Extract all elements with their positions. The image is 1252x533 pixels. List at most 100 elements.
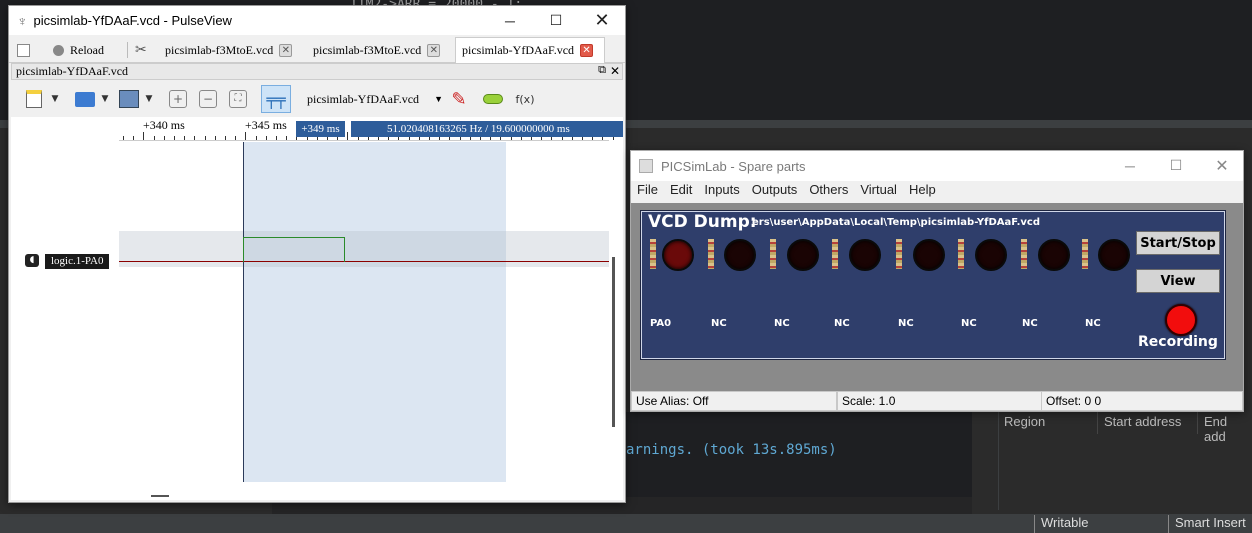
minimize-button[interactable]: ─: [487, 6, 533, 35]
close-tab-icon[interactable]: ✕: [580, 44, 594, 57]
close-tab-icon[interactable]: ✕: [427, 43, 441, 57]
ruler-label: +345 ms: [245, 118, 287, 132]
vcd-dump-title: VCD Dump:: [648, 212, 757, 232]
zoom-out-button[interactable]: −: [197, 85, 219, 113]
tab-session-2[interactable]: picsimlab-f3MtoE.vcd ✕: [307, 37, 451, 63]
menu-bar: File Edit Inputs Outputs Others Virtual …: [631, 181, 1243, 203]
reload-button[interactable]: Reload: [47, 37, 110, 63]
save-button[interactable]: [117, 85, 141, 113]
menu-outputs[interactable]: Outputs: [746, 181, 804, 203]
horizontal-scrollbar[interactable]: [151, 495, 169, 497]
maximize-button[interactable]: ☐: [533, 6, 579, 35]
ruler-tick: [286, 136, 288, 140]
trace-view[interactable]: +340 ms +345 ms ◖ logic.1-PA0 +349 ms 51.…: [11, 117, 623, 500]
measurement-flag[interactable]: 51.020408163265 Hz / 19.600000000 ms: [351, 121, 623, 137]
session-tab-bar: Reload ✂ picsimlab-f3MtoE.vcd ✕ picsimla…: [9, 35, 625, 63]
menu-others[interactable]: Others: [803, 181, 854, 203]
menu-edit[interactable]: Edit: [664, 181, 698, 203]
tab-label: picsimlab-f3MtoE.vcd: [313, 42, 422, 57]
marker-time-flag[interactable]: +349 ms: [296, 121, 345, 137]
picsimlab-app-icon: [639, 159, 653, 173]
resistor-icon: [708, 239, 714, 269]
menu-virtual[interactable]: Virtual: [854, 181, 903, 203]
tab-label: picsimlab-YfDAaF.vcd: [462, 43, 575, 57]
pin-label-7: NC: [1022, 318, 1038, 329]
open-dropdown[interactable]: ▼: [99, 85, 111, 113]
zoom-out-icon: −: [199, 90, 217, 108]
close-button[interactable]: ✕: [579, 6, 625, 35]
console-output: arnings. (took 13s.895ms): [626, 442, 837, 458]
signal-falling-edge: [344, 237, 345, 262]
tab-session-1[interactable]: picsimlab-f3MtoE.vcd ✕: [159, 37, 303, 63]
signal-trace-low: [119, 261, 609, 262]
ruler-tick: [255, 136, 257, 140]
column-end-address[interactable]: End add: [1198, 412, 1252, 444]
reload-icon: [53, 44, 64, 56]
pin-label-2: NC: [711, 318, 727, 329]
vertical-scrollbar[interactable]: [612, 257, 615, 427]
logic-channel-icon[interactable]: ◖: [25, 254, 39, 267]
zoom-fit-icon: ⛶: [229, 90, 247, 108]
folder-icon: [75, 91, 95, 107]
region-table-header: Region Start address End add: [998, 412, 1252, 444]
cursor-icon: ╤╤: [266, 89, 286, 109]
ruler-tick: [163, 136, 165, 140]
pulseview-app-icon: ♆: [17, 12, 28, 29]
tab-label: picsimlab-f3MtoE.vcd: [165, 42, 274, 57]
show-cursors-button[interactable]: ╤╤: [261, 85, 291, 113]
measurement-selection[interactable]: [244, 142, 506, 482]
vcd-file-path: ers\user\AppData\Local\Temp\picsimlab-Yf…: [752, 217, 1041, 228]
new-view-dropdown[interactable]: ▼: [49, 85, 61, 113]
pulseview-titlebar[interactable]: ♆ picsimlab-YfDAaF.vcd - PulseView ─ ☐ ✕: [9, 6, 625, 35]
maximize-button[interactable]: ☐: [1153, 151, 1199, 180]
status-insert-mode[interactable]: Smart Insert: [1168, 515, 1246, 533]
minimize-button[interactable]: ─: [1107, 151, 1153, 180]
resistor-icon: [770, 239, 776, 269]
ruler-tick: [235, 136, 237, 140]
picsimlab-titlebar[interactable]: PICSimLab - Spare parts ─ ☐ ✕: [631, 151, 1243, 181]
settings-button[interactable]: ✂: [129, 37, 153, 63]
float-panel-icon[interactable]: ⧉: [598, 64, 606, 77]
pin-label-4: NC: [834, 318, 850, 329]
math-signal-button[interactable]: f(x): [513, 85, 537, 113]
close-panel-icon[interactable]: ✕: [610, 64, 620, 79]
status-scale: Scale: 1.0: [837, 391, 1043, 411]
probe-config-button[interactable]: ✎: [447, 85, 471, 113]
column-region[interactable]: Region: [998, 412, 1098, 434]
tab-session-3[interactable]: picsimlab-YfDAaF.vcd ✕: [455, 37, 605, 63]
start-stop-button[interactable]: Start/Stop: [1136, 231, 1220, 255]
pin-label-3: NC: [774, 318, 790, 329]
add-decoder-button[interactable]: [481, 85, 505, 113]
device-select[interactable]: picsimlab-YfDAaF.vcd ▼: [307, 85, 443, 113]
channel-led-6: [975, 239, 1007, 271]
cursor-line[interactable]: [243, 142, 244, 482]
close-button[interactable]: ✕: [1199, 151, 1245, 180]
resistor-icon: [958, 239, 964, 269]
save-dropdown[interactable]: ▼: [143, 85, 155, 113]
signal-rising-edge: [243, 237, 244, 262]
ruler-tick: [184, 136, 186, 140]
menu-help[interactable]: Help: [903, 181, 942, 203]
ruler-tick: [153, 136, 155, 140]
vcd-dump-part[interactable]: VCD Dump: ers\user\AppData\Local\Temp\pi…: [640, 210, 1226, 360]
channel-led-4: [849, 239, 881, 271]
close-tab-icon[interactable]: ✕: [279, 43, 293, 57]
ruler-tick: [276, 136, 277, 140]
column-start-address[interactable]: Start address: [1098, 412, 1198, 434]
status-offset: Offset: 0 0: [1041, 391, 1243, 411]
signal-trace-high: [243, 237, 345, 238]
wrench-icon: ✂: [135, 42, 147, 58]
ruler-tick: [347, 132, 349, 140]
signal-label[interactable]: logic.1-PA0: [45, 254, 110, 269]
zoom-fit-button[interactable]: ⛶: [227, 85, 249, 113]
open-button[interactable]: [73, 85, 97, 113]
ide-status-bar: Writable Smart Insert: [0, 514, 1252, 533]
ruler-tick: [204, 136, 206, 140]
menu-inputs[interactable]: Inputs: [698, 181, 745, 203]
new-session-button[interactable]: [11, 37, 36, 63]
view-button[interactable]: View: [1136, 269, 1220, 293]
menu-file[interactable]: File: [631, 181, 664, 203]
zoom-in-button[interactable]: +: [167, 85, 189, 113]
new-view-button[interactable]: [23, 85, 45, 113]
ruler-label: +340 ms: [143, 118, 185, 132]
